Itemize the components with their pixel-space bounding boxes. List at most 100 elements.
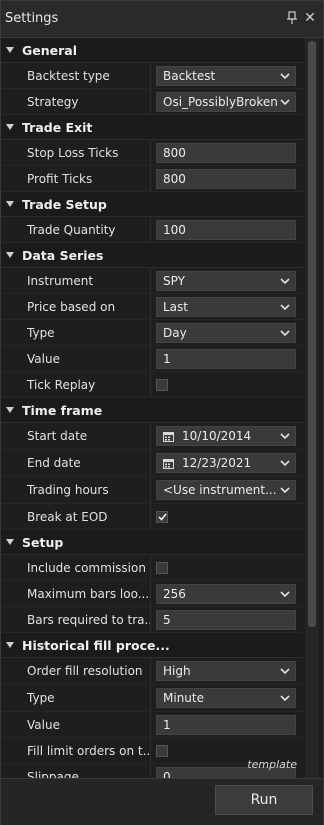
chevron-down-icon [280, 668, 290, 675]
trade-quantity-input[interactable]: 100 [156, 219, 296, 240]
section-trade-setup[interactable]: Trade Setup [1, 192, 303, 217]
include-commission-checkbox[interactable] [156, 561, 168, 574]
dropdown-value: High [163, 664, 191, 678]
settings-window: Settings ✕ General Backtest type Backtes… [0, 0, 324, 825]
date-value: 10/10/2014 [182, 429, 252, 443]
pin-icon[interactable] [285, 9, 299, 27]
section-title: Historical fill proce... [22, 637, 170, 653]
section-setup[interactable]: Setup [1, 530, 303, 555]
property-label: Bars required to tra... [1, 607, 151, 632]
chevron-down-icon [280, 329, 290, 336]
row-bars-required: Bars required to tra... 5 [1, 607, 303, 633]
bars-required-input[interactable]: 5 [156, 609, 296, 630]
strategy-dropdown[interactable]: Osi_PossiblyBroken [156, 91, 296, 112]
row-instrument: Instrument SPY [1, 268, 303, 294]
property-label: Backtest type [1, 63, 151, 88]
property-label: Value [1, 712, 151, 737]
row-trade-quantity: Trade Quantity 100 [1, 217, 303, 243]
row-break-at-eod: Break at EOD [1, 504, 303, 530]
break-at-eod-checkbox[interactable] [156, 510, 168, 523]
chevron-down-icon [280, 433, 290, 440]
fill-limit-orders-checkbox[interactable] [156, 744, 168, 757]
property-label: Start date [1, 423, 151, 449]
property-label: Price based on [1, 294, 151, 319]
series-type-dropdown[interactable]: Day [156, 322, 296, 343]
profit-ticks-input[interactable]: 800 [156, 168, 296, 189]
section-general[interactable]: General [1, 38, 303, 63]
chevron-down-icon [280, 695, 290, 702]
section-title: Trade Setup [22, 196, 107, 212]
window-title: Settings [5, 11, 59, 26]
property-label: Strategy [1, 89, 151, 114]
date-value: 12/23/2021 [182, 456, 252, 470]
chevron-down-icon [280, 590, 290, 597]
property-label: Trading hours [1, 477, 151, 503]
footer-bar: Run [1, 778, 323, 825]
maximum-bars-dropdown[interactable]: 256 [156, 583, 296, 604]
scrollbar-thumb[interactable] [308, 41, 316, 627]
template-link[interactable]: template [247, 758, 297, 771]
property-label: Profit Ticks [1, 166, 151, 191]
row-profit-ticks: Profit Ticks 800 [1, 166, 303, 192]
row-end-date: End date 12/23/2021 [1, 450, 303, 477]
property-label: Include commission [1, 555, 151, 580]
row-fill-value: Value 1 [1, 712, 303, 738]
chevron-down-icon[interactable] [5, 640, 15, 650]
dropdown-value: Osi_PossiblyBroken [163, 94, 278, 109]
row-series-value: Value 1 [1, 346, 303, 372]
fill-type-dropdown[interactable]: Minute [156, 688, 296, 708]
section-time-frame[interactable]: Time frame [1, 398, 303, 423]
chevron-down-icon [280, 303, 290, 310]
dropdown-value: 256 [163, 586, 186, 601]
start-date-picker[interactable]: 10/10/2014 [156, 426, 296, 446]
chevron-down-icon [280, 98, 290, 105]
order-fill-resolution-dropdown[interactable]: High [156, 661, 296, 681]
dropdown-value: Day [163, 325, 187, 340]
section-title: Data Series [22, 247, 104, 263]
fill-value-input[interactable]: 1 [156, 714, 296, 735]
tick-replay-checkbox[interactable] [156, 378, 168, 391]
stop-loss-ticks-input[interactable]: 800 [156, 142, 296, 163]
dropdown-value: Backtest [163, 68, 216, 83]
property-label: Instrument [1, 268, 151, 293]
section-title: Time frame [22, 402, 103, 418]
backtest-type-dropdown[interactable]: Backtest [156, 65, 296, 86]
row-strategy: Strategy Osi_PossiblyBroken [1, 89, 303, 115]
row-tick-replay: Tick Replay [1, 372, 303, 398]
vertical-scrollbar[interactable] [305, 38, 319, 778]
chevron-down-icon[interactable] [5, 250, 15, 260]
close-icon[interactable]: ✕ [303, 9, 317, 27]
section-historical-fill[interactable]: Historical fill proce... [1, 633, 303, 658]
dropdown-value: SPY [163, 273, 185, 288]
trading-hours-dropdown[interactable]: <Use instrument... [156, 480, 296, 500]
row-trading-hours: Trading hours <Use instrument... [1, 477, 303, 504]
price-based-on-dropdown[interactable]: Last [156, 296, 296, 317]
title-bar: Settings ✕ [1, 1, 323, 38]
chevron-down-icon [280, 277, 290, 284]
chevron-down-icon[interactable] [5, 199, 15, 209]
property-label: End date [1, 450, 151, 476]
instrument-dropdown[interactable]: SPY [156, 270, 296, 291]
chevron-down-icon [280, 487, 290, 494]
property-label: Value [1, 346, 151, 371]
chevron-down-icon[interactable] [5, 405, 15, 415]
section-data-series[interactable]: Data Series [1, 243, 303, 268]
dropdown-value: <Use instrument... [163, 483, 277, 497]
row-maximum-bars: Maximum bars loo... 256 [1, 581, 303, 607]
run-button[interactable]: Run [215, 785, 313, 815]
chevron-down-icon [280, 72, 290, 79]
chevron-down-icon[interactable] [5, 45, 15, 55]
series-value-input[interactable]: 1 [156, 348, 296, 369]
end-date-picker[interactable]: 12/23/2021 [156, 453, 296, 473]
property-grid: General Backtest type Backtest Strategy … [1, 38, 303, 790]
property-label: Tick Replay [1, 372, 151, 397]
property-label: Fill limit orders on t... [1, 738, 151, 763]
chevron-down-icon[interactable] [5, 537, 15, 547]
property-label: Type [1, 685, 151, 711]
section-title: General [22, 42, 77, 58]
chevron-down-icon[interactable] [5, 122, 15, 132]
property-label: Order fill resolution [1, 658, 151, 684]
section-trade-exit[interactable]: Trade Exit [1, 115, 303, 140]
property-label: Maximum bars loo... [1, 581, 151, 606]
property-label: Stop Loss Ticks [1, 140, 151, 165]
